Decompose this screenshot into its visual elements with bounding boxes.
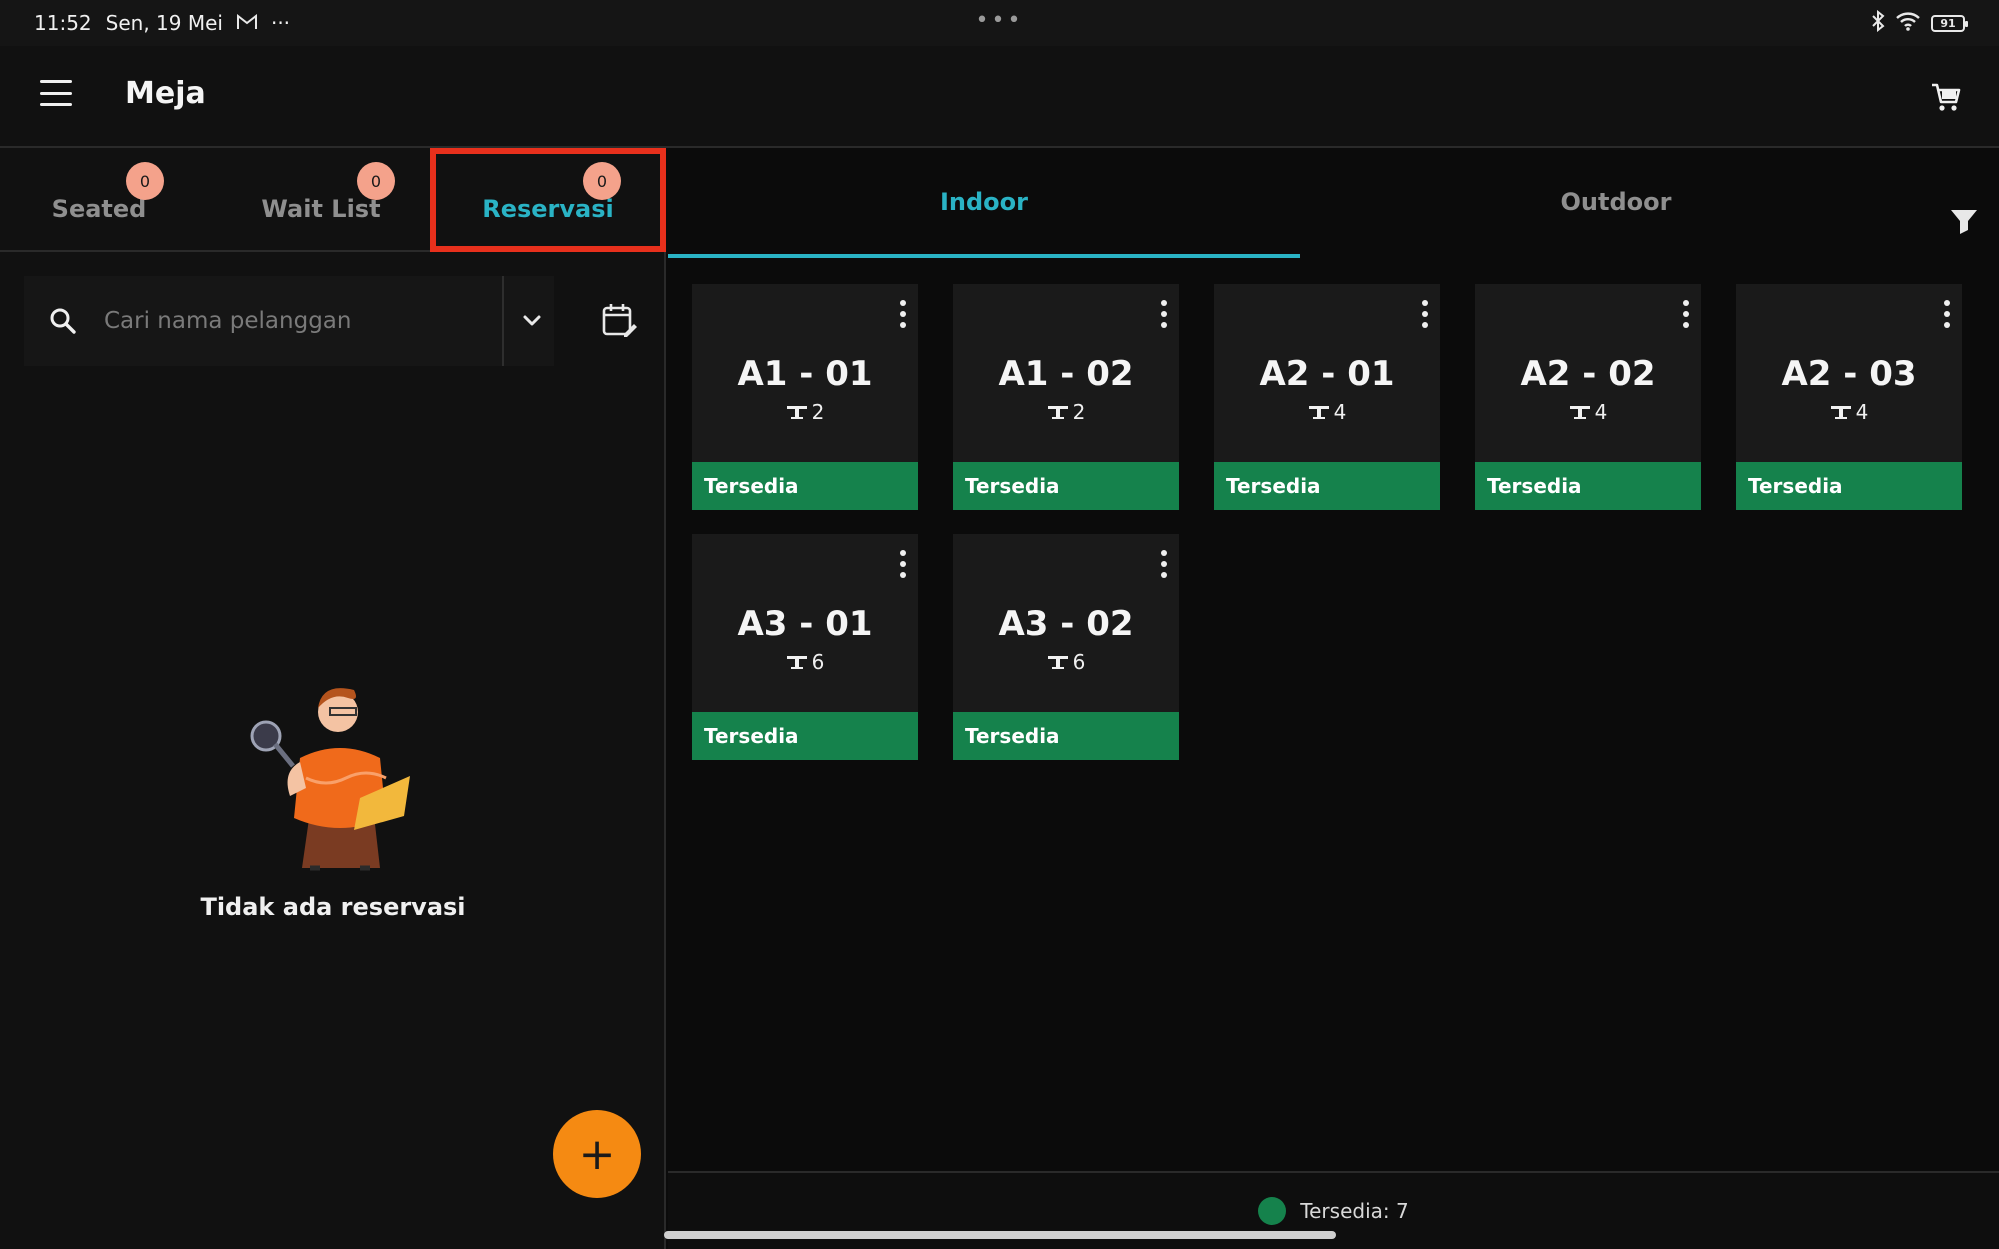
seat-count: 6 <box>1072 650 1086 674</box>
table-name: A2 - 02 <box>1520 354 1656 394</box>
reservation-tabs: 0 Seated 0 Wait List 0 Reservasi <box>0 148 666 252</box>
status-extra: ··· <box>270 11 291 35</box>
table-card[interactable]: A3 - 02 6 Tersedia <box>953 534 1179 760</box>
table-name: A1 - 02 <box>998 354 1134 394</box>
app-root: 11:52 Sen, 19 Mei ··· ••• 91 Meja 0 Seat… <box>0 0 1999 1249</box>
more-vert-icon[interactable] <box>898 300 908 328</box>
status-bar: 11:52 Sen, 19 Mei ··· ••• 91 <box>0 0 1999 46</box>
seat-count: 4 <box>1333 400 1347 424</box>
table-name: A1 - 01 <box>737 354 873 394</box>
seat-count: 2 <box>1072 400 1086 424</box>
search-input[interactable] <box>104 298 504 344</box>
available-legend-dot <box>1258 1197 1287 1225</box>
tables-panel: Indoor Outdoor A1 - 01 2 Tersedia A1 - 0… <box>668 148 1999 1249</box>
seat-count: 2 <box>811 400 825 424</box>
status-date: Sen, 19 Mei <box>105 11 223 35</box>
calendar-edit-icon[interactable] <box>600 300 640 340</box>
seat-count: 4 <box>1594 400 1608 424</box>
table-seats: 4 <box>1736 400 1962 424</box>
table-name: A3 - 01 <box>737 604 873 644</box>
table-icon <box>1830 406 1851 419</box>
bluetooth-icon <box>1871 9 1885 37</box>
seat-count: 6 <box>811 650 825 674</box>
more-vert-icon[interactable] <box>1159 300 1169 328</box>
table-status: Tersedia <box>1475 462 1701 510</box>
table-status: Tersedia <box>1736 462 1962 510</box>
empty-state-illustration <box>240 678 440 888</box>
table-icon <box>1047 656 1068 669</box>
left-panel: 0 Seated 0 Wait List 0 Reservasi Cari na… <box>0 148 666 1249</box>
table-name: A2 - 01 <box>1259 354 1395 394</box>
filter-icon[interactable] <box>1949 206 1979 236</box>
table-card[interactable]: A2 - 01 4 Tersedia <box>1214 284 1440 510</box>
gmail-icon <box>236 11 257 35</box>
seat-count: 4 <box>1855 400 1869 424</box>
tab-seated[interactable]: 0 Seated <box>0 148 198 252</box>
table-icon <box>1569 406 1590 419</box>
table-name: A3 - 02 <box>998 604 1134 644</box>
more-vert-icon[interactable] <box>1942 300 1952 328</box>
area-tabs: Indoor Outdoor <box>668 148 1999 258</box>
available-legend-text: Tersedia: 7 <box>1300 1199 1409 1223</box>
search-box <box>24 276 554 366</box>
table-card[interactable]: A1 - 01 2 Tersedia <box>692 284 918 510</box>
page-title: Meja <box>125 76 206 111</box>
chevron-down-icon[interactable] <box>514 306 550 336</box>
table-icon <box>1308 406 1329 419</box>
table-seats: 6 <box>692 650 918 674</box>
table-card[interactable]: A3 - 01 6 Tersedia <box>692 534 918 760</box>
tab-indoor-underline <box>668 254 1300 258</box>
more-vert-icon[interactable] <box>1420 300 1430 328</box>
table-seats: 6 <box>953 650 1179 674</box>
table-status: Tersedia <box>692 712 918 760</box>
table-icon <box>786 406 807 419</box>
app-bar: Meja <box>0 46 1999 148</box>
reservasi-count-badge: 0 <box>583 162 621 200</box>
cart-icon[interactable] <box>1929 80 1963 114</box>
seated-count-badge: 0 <box>126 162 164 200</box>
table-icon <box>1047 406 1068 419</box>
more-vert-icon[interactable] <box>1681 300 1691 328</box>
table-seats: 4 <box>1214 400 1440 424</box>
table-status: Tersedia <box>953 712 1179 760</box>
table-seats: 4 <box>1475 400 1701 424</box>
status-time: 11:52 <box>34 11 92 35</box>
table-seats: 2 <box>953 400 1179 424</box>
table-card[interactable]: A2 - 03 4 Tersedia <box>1736 284 1962 510</box>
more-vert-icon[interactable] <box>898 550 908 578</box>
home-indicator[interactable] <box>664 1231 1336 1239</box>
tab-reservasi[interactable]: 0 Reservasi <box>430 148 666 252</box>
table-card[interactable]: A1 - 02 2 Tersedia <box>953 284 1179 510</box>
battery-icon: 91 <box>1931 14 1968 32</box>
wait-list-count-badge: 0 <box>357 162 395 200</box>
multitask-dots[interactable]: ••• <box>976 8 1024 33</box>
tab-indoor[interactable]: Indoor <box>668 148 1300 256</box>
table-status: Tersedia <box>953 462 1179 510</box>
search-icon <box>48 306 78 336</box>
table-status: Tersedia <box>692 462 918 510</box>
table-name: A2 - 03 <box>1781 354 1917 394</box>
tab-outdoor[interactable]: Outdoor <box>1300 148 1932 256</box>
more-vert-icon[interactable] <box>1159 550 1169 578</box>
table-card[interactable]: A2 - 02 4 Tersedia <box>1475 284 1701 510</box>
tab-wait-list[interactable]: 0 Wait List <box>222 148 420 252</box>
search-row <box>24 276 554 366</box>
table-icon <box>786 656 807 669</box>
empty-state-text: Tidak ada reservasi <box>200 893 466 921</box>
table-seats: 2 <box>692 400 918 424</box>
table-status: Tersedia <box>1214 462 1440 510</box>
add-reservation-button[interactable]: + <box>553 1110 641 1198</box>
menu-icon[interactable] <box>40 80 72 106</box>
wifi-icon <box>1895 11 1921 36</box>
search-divider <box>502 276 504 366</box>
